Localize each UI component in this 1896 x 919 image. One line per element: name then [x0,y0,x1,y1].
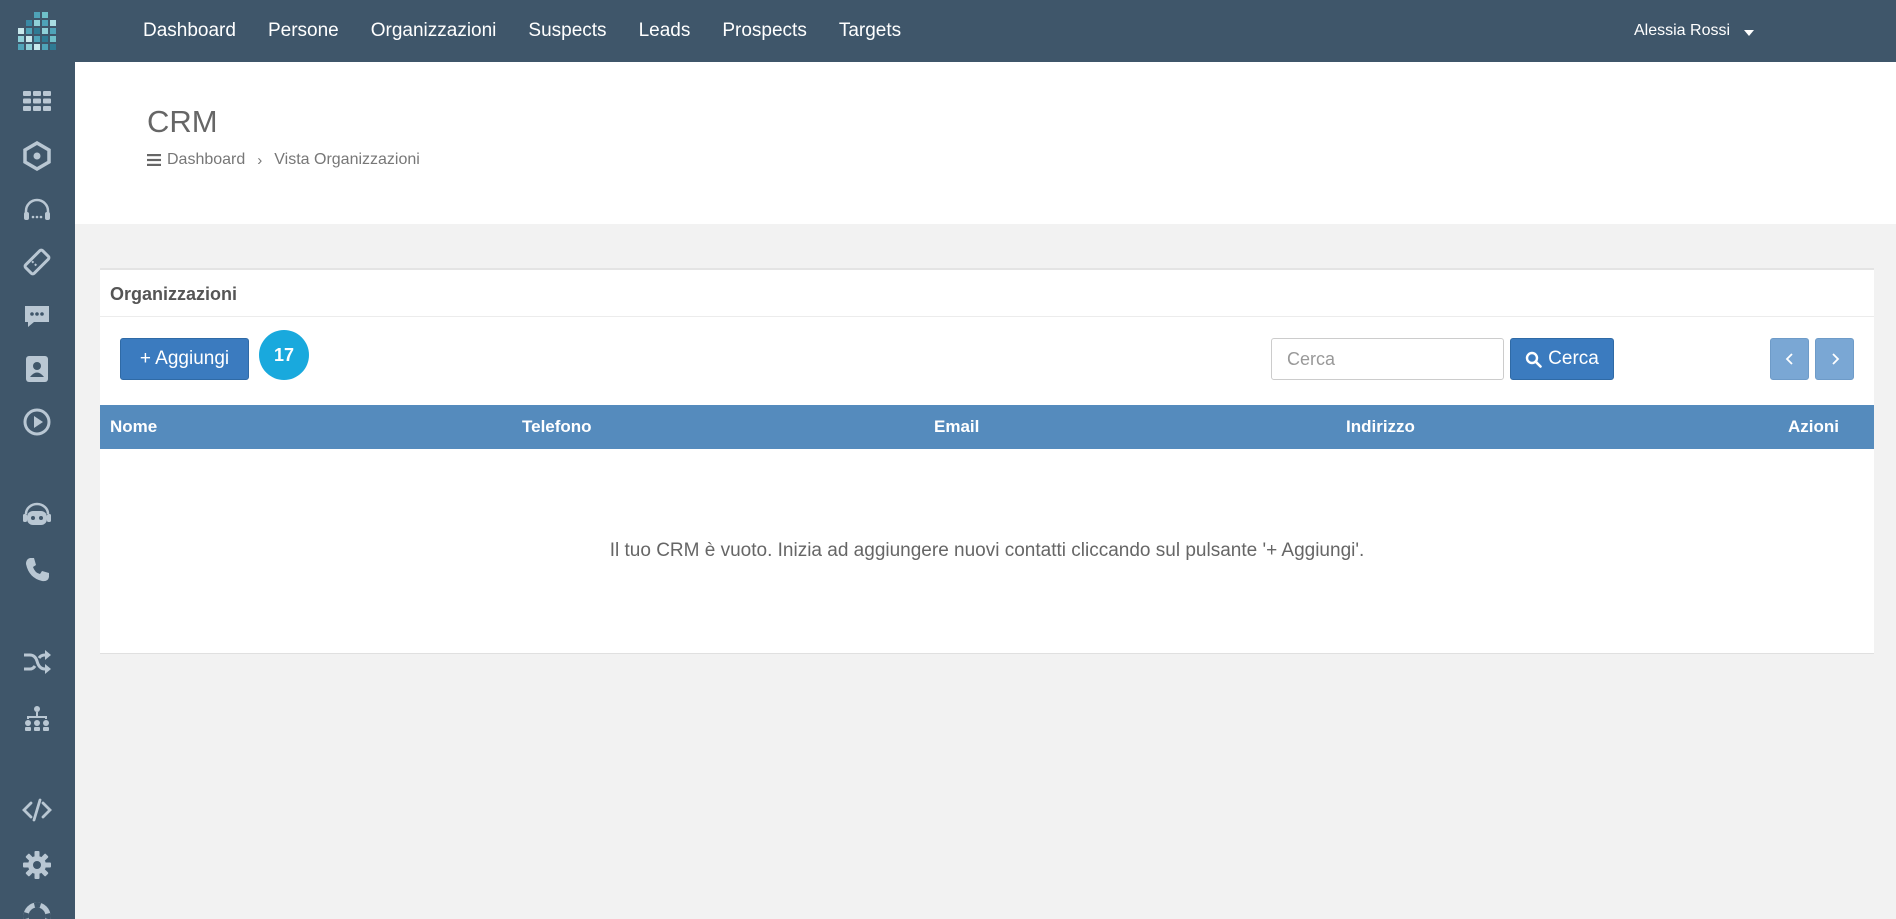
gear-icon[interactable] [21,849,53,881]
user-menu[interactable]: Alessia Rossi [1634,0,1755,62]
contact-book-icon[interactable] [21,353,53,385]
menu-bars-icon [147,154,161,166]
grid-icon[interactable] [21,85,53,117]
column-header-telefono[interactable]: Telefono [522,417,592,437]
caret-down-icon [1744,29,1755,36]
nav-persone[interactable]: Persone [268,20,339,42]
top-navigation: Dashboard Persone Organizzazioni Suspect… [127,0,917,62]
chevron-right-icon: › [257,151,263,169]
nav-organizzazioni[interactable]: Organizzazioni [371,20,497,42]
sidebar [0,62,75,919]
search-input[interactable] [1271,338,1504,380]
phone-icon[interactable] [21,554,53,586]
chat-icon[interactable] [21,300,53,332]
ticket-icon[interactable] [21,246,53,278]
add-button[interactable]: + Aggiungi [120,338,249,380]
nav-targets[interactable]: Targets [839,20,901,42]
table-header: Nome Telefono Email Indirizzo Azioni [100,405,1874,449]
lifebuoy-icon[interactable] [21,900,53,919]
divider [100,316,1874,317]
nav-dashboard[interactable]: Dashboard [143,20,236,42]
app-logo[interactable] [16,10,60,54]
organizations-panel: Organizzazioni + Aggiungi 17 Cerca Nome … [100,268,1874,654]
org-chart-icon[interactable] [21,702,53,734]
chevron-right-icon [1831,353,1839,365]
empty-state-message: Il tuo CRM è vuoto. Inizia ad aggiungere… [609,540,1365,561]
count-badge: 17 [259,330,309,380]
search-button-label: Cerca [1548,348,1599,369]
shuffle-icon[interactable] [21,646,53,678]
nav-prospects[interactable]: Prospects [722,20,806,42]
user-name: Alessia Rossi [1634,22,1731,39]
chevron-left-icon [1785,353,1793,365]
search-button[interactable]: Cerca [1510,338,1614,380]
nav-suspects[interactable]: Suspects [528,20,606,42]
robot-icon[interactable] [21,499,53,531]
column-header-indirizzo[interactable]: Indirizzo [1346,417,1415,437]
column-header-email[interactable]: Email [934,417,979,437]
headset-icon[interactable] [21,195,53,227]
search-icon [1525,351,1542,368]
next-page-button[interactable] [1815,338,1854,380]
code-icon[interactable] [21,794,53,826]
page-title: CRM [147,104,218,139]
top-bar: Dashboard Persone Organizzazioni Suspect… [0,0,1896,62]
play-icon[interactable] [21,406,53,438]
page-header: CRM Dashboard › Vista Organizzazioni [75,62,1896,224]
panel-title: Organizzazioni [110,284,238,304]
nav-leads[interactable]: Leads [639,20,691,42]
breadcrumb: Dashboard › Vista Organizzazioni [147,151,420,169]
breadcrumb-current: Vista Organizzazioni [274,151,420,168]
previous-page-button[interactable] [1770,338,1809,380]
column-header-nome[interactable]: Nome [110,417,157,437]
breadcrumb-home[interactable]: Dashboard [167,151,245,169]
column-header-azioni: Azioni [1788,417,1839,436]
hexagon-icon[interactable] [21,140,53,172]
